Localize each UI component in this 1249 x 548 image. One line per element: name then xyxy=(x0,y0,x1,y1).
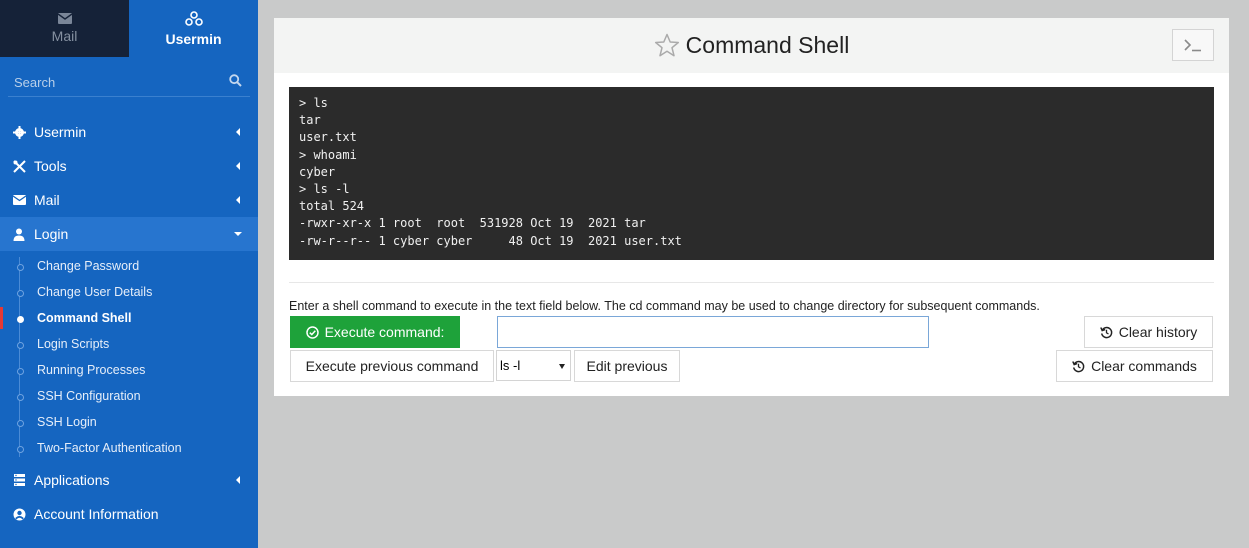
user-icon xyxy=(12,227,26,241)
sidebar-item-account-information[interactable]: Account Information xyxy=(0,497,258,531)
account-icon xyxy=(12,507,26,521)
edit-previous-label: Edit previous xyxy=(586,358,668,374)
gear-icon xyxy=(12,125,26,139)
caret-left-icon xyxy=(236,162,240,170)
output-line: cyber xyxy=(299,164,336,179)
server-icon xyxy=(12,473,26,487)
command-output: > ls tar user.txt > whoami cyber > ls -l… xyxy=(289,87,1214,260)
terminal-icon xyxy=(1184,39,1201,52)
sidebar-item-tools[interactable]: Tools xyxy=(0,149,258,183)
command-input[interactable] xyxy=(497,316,929,348)
page-title: Command Shell xyxy=(685,32,850,58)
search-input[interactable]: Search xyxy=(8,67,250,97)
check-circle-icon xyxy=(305,325,319,339)
sidebar-item-label: Login xyxy=(34,226,69,242)
output-line: tar xyxy=(299,113,321,128)
switch-usermin-label: Usermin xyxy=(165,30,222,47)
sidebar-subitem-command-shell[interactable]: Command Shell xyxy=(0,305,258,331)
output-line: > whoami xyxy=(299,147,357,162)
sidebar-item-label: Tools xyxy=(34,158,67,174)
terminal-button[interactable] xyxy=(1172,29,1214,61)
divider xyxy=(289,282,1214,283)
output-line: -rwxr-xr-x 1 root root 531928 Oct 19 202… xyxy=(299,216,646,231)
login-submenu: Change Password Change User Details Comm… xyxy=(0,251,258,463)
history-icon xyxy=(1099,326,1113,338)
product-switch: Mail Usermin xyxy=(0,0,258,57)
execute-previous-label: Execute previous command xyxy=(305,358,479,374)
switch-mail[interactable]: Mail xyxy=(0,0,129,57)
sidebar-item-label: Mail xyxy=(34,192,60,208)
output-line: user.txt xyxy=(299,130,357,145)
execute-command-label: Execute command: xyxy=(324,324,445,340)
sidebar-item-label: Applications xyxy=(34,472,110,488)
caret-left-icon xyxy=(236,476,240,484)
sidebar-menu: Usermin Tools Mail Login Change Password… xyxy=(0,115,258,531)
output-line: > ls xyxy=(299,96,328,110)
caret-left-icon xyxy=(236,128,240,136)
output-line: > ls -l xyxy=(299,181,350,196)
sidebar: Mail Usermin Search Usermin Tools Mail L… xyxy=(0,0,258,548)
sidebar-subitem-change-password[interactable]: Change Password xyxy=(0,253,258,279)
edit-previous-button[interactable]: Edit previous xyxy=(574,350,680,382)
sidebar-item-applications[interactable]: Applications xyxy=(0,463,258,497)
clear-commands-button[interactable]: Clear commands xyxy=(1056,350,1213,382)
main-panel: Command Shell > ls tar user.txt > whoami… xyxy=(274,18,1229,396)
sidebar-subitem-ssh-configuration[interactable]: SSH Configuration xyxy=(0,383,258,409)
caret-left-icon xyxy=(236,196,240,204)
output-line: -rw-r--r-- 1 cyber cyber 48 Oct 19 2021 … xyxy=(299,233,682,248)
envelope-icon xyxy=(57,13,72,24)
caret-down-icon xyxy=(234,232,242,236)
sidebar-item-mail[interactable]: Mail xyxy=(0,183,258,217)
switch-mail-label: Mail xyxy=(51,28,78,44)
search-placeholder: Search xyxy=(14,75,56,90)
star-icon[interactable] xyxy=(654,33,680,58)
switch-usermin[interactable]: Usermin xyxy=(129,0,258,57)
envelope-icon xyxy=(12,193,26,207)
tools-icon xyxy=(12,159,26,173)
dropdown-arrow-icon xyxy=(559,364,565,369)
clear-history-label: Clear history xyxy=(1118,324,1198,340)
execute-command-button[interactable]: Execute command: xyxy=(290,316,460,348)
clear-history-button[interactable]: Clear history xyxy=(1084,316,1213,348)
usermin-logo-icon xyxy=(184,10,203,26)
sidebar-subitem-change-user-details[interactable]: Change User Details xyxy=(0,279,258,305)
output-line: total 524 xyxy=(299,199,365,214)
panel-header: Command Shell xyxy=(274,18,1229,73)
sidebar-item-label: Usermin xyxy=(34,124,87,140)
previous-command-select[interactable]: ls -l xyxy=(496,350,571,381)
previous-command-value: ls -l xyxy=(500,358,521,373)
sidebar-subitem-login-scripts[interactable]: Login Scripts xyxy=(0,331,258,357)
sidebar-item-login[interactable]: Login xyxy=(0,217,258,251)
sidebar-item-usermin[interactable]: Usermin xyxy=(0,115,258,149)
sidebar-subitem-running-processes[interactable]: Running Processes xyxy=(0,357,258,383)
sidebar-subitem-ssh-login[interactable]: SSH Login xyxy=(0,409,258,435)
sidebar-item-label: Account Information xyxy=(34,506,159,522)
search-icon[interactable] xyxy=(229,74,242,87)
execute-previous-button[interactable]: Execute previous command xyxy=(290,350,494,382)
help-text: Enter a shell command to execute in the … xyxy=(289,299,1040,313)
clear-commands-label: Clear commands xyxy=(1091,358,1197,374)
history-icon xyxy=(1072,360,1085,372)
sidebar-subitem-two-factor-authentication[interactable]: Two-Factor Authentication xyxy=(0,435,258,461)
